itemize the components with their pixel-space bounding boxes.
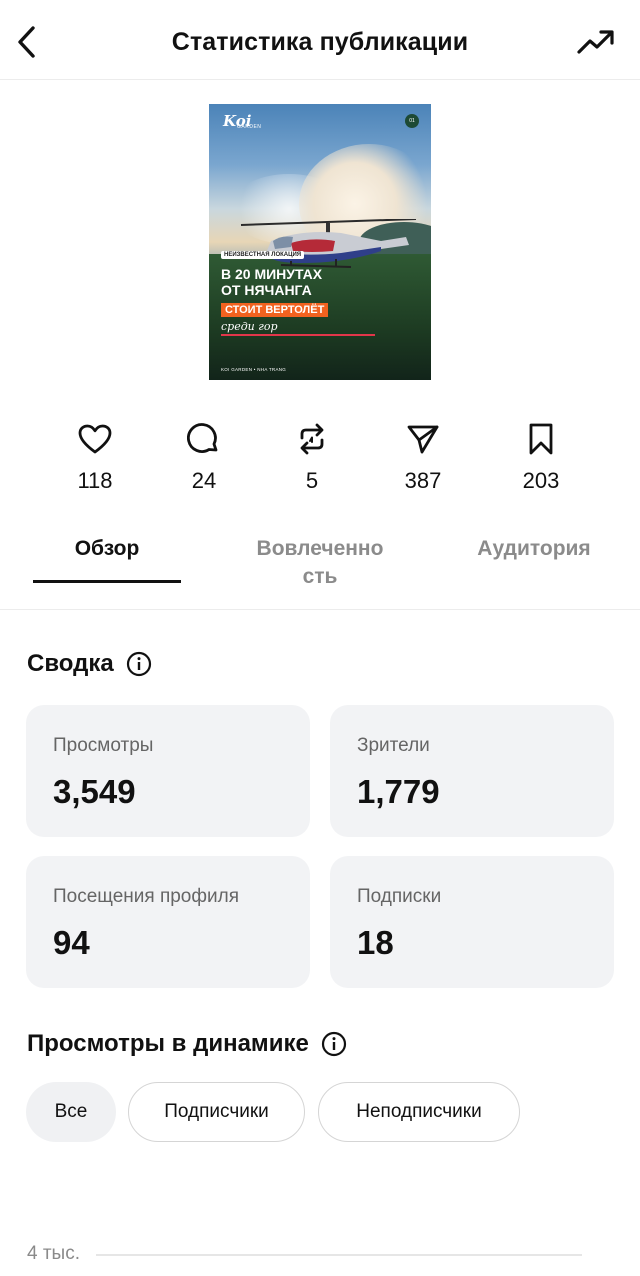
- post-badge: 01: [405, 114, 419, 128]
- trend-button[interactable]: [576, 26, 616, 58]
- card-label: Зрители: [357, 735, 430, 756]
- engagement-stats: 118 24 5 387 203: [40, 420, 600, 500]
- brand-logo-sub: GARDEN: [237, 124, 262, 130]
- card-value: 1,779: [357, 773, 440, 810]
- dynamics-heading: Просмотры в динамике: [27, 1030, 347, 1058]
- trending-up-icon: [577, 30, 614, 54]
- tab-bar: Обзор Вовлеченно сть Аудитория: [0, 520, 640, 610]
- chart-gridline: [96, 1254, 582, 1256]
- stat-shares-value: 387: [404, 468, 442, 493]
- app-header: Статистика публикации: [0, 0, 640, 80]
- stat-saves-value: 203: [522, 468, 560, 493]
- chip-followers[interactable]: Подписчики: [128, 1082, 305, 1142]
- post-script-text: среди гор: [221, 320, 278, 333]
- bookmark-icon: [529, 423, 553, 455]
- summary-card-follows[interactable]: Подписки 18: [330, 856, 614, 988]
- summary-heading: Сводка: [27, 650, 152, 678]
- stat-reposts-value: 5: [305, 468, 319, 493]
- post-thumbnail[interactable]: Koi GARDEN 01 НЕИЗВЕСТНАЯ ЛОКАЦИЯ В 20 М…: [209, 104, 431, 380]
- share-icon: [407, 425, 439, 454]
- chip-all[interactable]: Все: [26, 1082, 116, 1142]
- post-headline-line2: ОТ НЯЧАНГА: [221, 282, 312, 298]
- stat-likes[interactable]: 118: [50, 420, 140, 494]
- stat-saves[interactable]: 203: [496, 420, 586, 494]
- post-underline: [221, 334, 375, 336]
- card-value: 94: [53, 924, 90, 961]
- summary-card-views[interactable]: Просмотры 3,549: [26, 705, 310, 837]
- stat-comments[interactable]: 24: [159, 420, 249, 494]
- tab-engagement[interactable]: Вовлеченно сть: [240, 535, 400, 591]
- summary-card-profile-visits[interactable]: Посещения профиля 94: [26, 856, 310, 988]
- tab-audience[interactable]: Аудитория: [455, 535, 613, 563]
- card-label: Просмотры: [53, 735, 154, 756]
- heart-icon: [78, 424, 112, 454]
- page-title: Статистика публикации: [171, 28, 469, 56]
- summary-card-viewers[interactable]: Зрители 1,779: [330, 705, 614, 837]
- repost-icon: [300, 423, 324, 455]
- card-label: Посещения профиля: [53, 886, 239, 907]
- card-value: 3,549: [53, 773, 136, 810]
- stat-comments-value: 24: [191, 468, 217, 493]
- stat-likes-value: 118: [77, 468, 113, 493]
- post-headline: В 20 МИНУТАХ ОТ НЯЧАНГА: [221, 266, 322, 298]
- post-footer: KOI GARDEN • NHA TRANG: [221, 367, 287, 372]
- card-label: Подписки: [357, 886, 442, 907]
- tab-overview[interactable]: Обзор: [33, 535, 181, 563]
- post-tag: НЕИЗВЕСТНАЯ ЛОКАЦИЯ: [221, 251, 305, 259]
- post-highlight: СТОИТ ВЕРТОЛЁТ: [221, 303, 329, 317]
- chart-y-axis-label: 4 тыс.: [27, 1243, 80, 1264]
- stat-reposts[interactable]: 5: [267, 420, 357, 494]
- dynamics-info-icon[interactable]: [321, 1031, 347, 1057]
- post-headline-line1: В 20 МИНУТАХ: [221, 266, 323, 282]
- stat-shares[interactable]: 387: [378, 420, 468, 494]
- comment-icon: [187, 423, 218, 453]
- summary-info-icon[interactable]: [126, 651, 152, 677]
- chip-non-followers[interactable]: Неподписчики: [318, 1082, 520, 1142]
- dynamics-title: Просмотры в динамике: [27, 1030, 309, 1057]
- active-tab-indicator: [33, 580, 181, 583]
- summary-title: Сводка: [27, 650, 114, 677]
- card-value: 18: [357, 924, 394, 961]
